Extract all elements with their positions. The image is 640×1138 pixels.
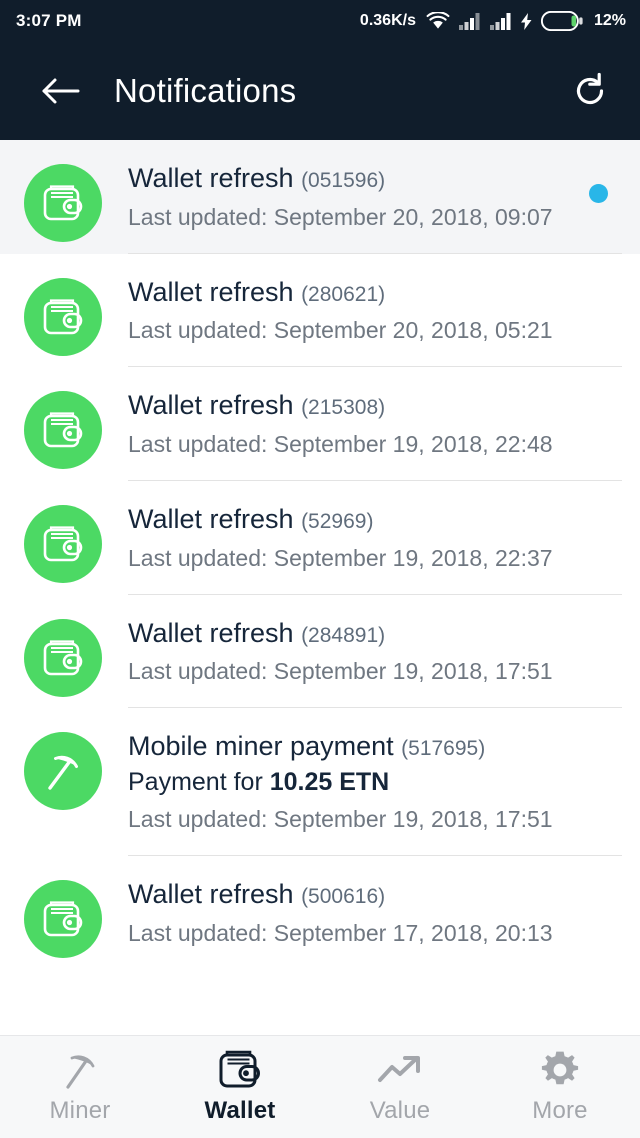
signal-icon xyxy=(489,12,512,30)
refresh-icon xyxy=(571,72,609,110)
app-bar: Notifications xyxy=(0,42,640,140)
notification-list[interactable]: Wallet refresh (051596) Last updated: Se… xyxy=(0,140,640,1035)
nav-tab-label: Wallet xyxy=(204,1097,276,1124)
app-root: 3:07 PM 0.36K/s 12% Notifications Wallet… xyxy=(0,0,640,1138)
notification-avatar xyxy=(24,164,102,242)
payment-amount: 10.25 ETN xyxy=(269,767,390,796)
wallet-icon xyxy=(42,638,84,678)
notification-avatar xyxy=(24,391,102,470)
notification-item[interactable]: Wallet refresh (215308) Last updated: Se… xyxy=(0,367,640,481)
nav-tab-miner[interactable]: Miner xyxy=(0,1036,160,1138)
notification-title-text: Mobile miner payment xyxy=(128,731,394,762)
notification-title-text: Wallet refresh xyxy=(128,390,294,421)
notification-avatar xyxy=(24,277,102,356)
notification-timestamp: Last updated: September 20, 2018, 09:07 xyxy=(128,203,553,230)
pickaxe-icon xyxy=(43,750,83,792)
notification-content: Wallet refresh (280621) Last updated: Se… xyxy=(128,254,622,368)
notification-avatar xyxy=(24,504,102,583)
charging-bolt-icon xyxy=(520,12,532,30)
notification-item[interactable]: Wallet refresh (500616) Last updated: Se… xyxy=(0,856,640,969)
notification-timestamp: Last updated: September 20, 2018, 05:21 xyxy=(128,317,553,344)
wallet-icon xyxy=(42,899,84,939)
wallet-icon xyxy=(42,183,84,223)
back-arrow-icon xyxy=(40,76,80,106)
notification-item[interactable]: Wallet refresh (051596) Last updated: Se… xyxy=(0,140,640,254)
status-bar: 3:07 PM 0.36K/s 12% xyxy=(0,0,640,42)
notification-content: Wallet refresh (215308) Last updated: Se… xyxy=(128,367,622,481)
notification-title: Wallet refresh (051596) xyxy=(128,162,622,196)
wifi-icon xyxy=(426,12,450,30)
notification-item[interactable]: Mobile miner payment (517695) Payment fo… xyxy=(0,708,640,857)
notification-title-text: Wallet refresh xyxy=(128,276,294,307)
notification-item[interactable]: Wallet refresh (280621) Last updated: Se… xyxy=(0,253,640,368)
pickaxe-icon xyxy=(60,1049,100,1091)
notification-title-text: Wallet refresh xyxy=(128,163,294,193)
bottom-navigation: Miner Wallet Value More xyxy=(0,1035,640,1138)
status-bar-indicators: 0.36K/s 12% xyxy=(360,11,626,31)
nav-tab-wallet[interactable]: Wallet xyxy=(160,1036,320,1138)
notification-timestamp: Last updated: September 19, 2018, 22:37 xyxy=(128,544,553,571)
notification-title: Wallet refresh (284891) xyxy=(128,617,622,651)
notification-avatar xyxy=(24,618,102,697)
notification-content: Mobile miner payment (517695) Payment fo… xyxy=(128,708,622,857)
notification-title-text: Wallet refresh xyxy=(128,503,294,534)
signal-icon xyxy=(458,12,481,30)
network-speed-label: 0.36K/s xyxy=(359,12,416,29)
refresh-button[interactable] xyxy=(562,63,618,119)
notification-timestamp: Last updated: September 19, 2018, 17:51 xyxy=(128,658,553,685)
notification-avatar xyxy=(24,880,102,959)
notification-avatar xyxy=(24,732,102,811)
notification-title: Wallet refresh (215308) xyxy=(128,389,622,423)
notification-content: Wallet refresh (500616) Last updated: Se… xyxy=(128,856,622,969)
notification-id: (215308) xyxy=(301,396,386,420)
notification-id: (517695) xyxy=(401,737,486,761)
notification-id: (280621) xyxy=(301,282,386,306)
trending-up-icon xyxy=(377,1049,423,1091)
nav-tab-label: Miner xyxy=(49,1097,111,1124)
wallet-icon xyxy=(42,297,84,337)
notification-detail: Payment for 10.25 ETN xyxy=(128,766,622,799)
notification-title-text: Wallet refresh xyxy=(128,617,294,648)
notification-title-text: Wallet refresh xyxy=(128,879,294,910)
notification-timestamp: Last updated: September 19, 2018, 17:51 xyxy=(128,806,553,833)
nav-tab-more[interactable]: More xyxy=(480,1036,640,1138)
status-bar-clock: 3:07 PM xyxy=(16,11,82,30)
wallet-icon xyxy=(42,524,84,564)
payment-detail-prefix: Payment for xyxy=(128,767,270,796)
notification-content: Wallet refresh (52969) Last updated: Sep… xyxy=(128,481,622,595)
notification-content: Wallet refresh (284891) Last updated: Se… xyxy=(128,595,622,709)
notification-title: Wallet refresh (500616) xyxy=(128,878,622,912)
notification-id: (500616) xyxy=(301,885,386,909)
battery-icon xyxy=(540,11,583,31)
battery-percent-label: 12% xyxy=(593,12,626,29)
unread-indicator-dot xyxy=(589,184,608,203)
notification-title: Mobile miner payment (517695) xyxy=(128,730,622,764)
back-button[interactable] xyxy=(32,63,88,119)
page-title: Notifications xyxy=(114,72,297,109)
wallet-icon xyxy=(42,410,84,450)
notification-id: (284891) xyxy=(301,623,386,647)
notification-id: (051596) xyxy=(301,169,386,192)
notification-item[interactable]: Wallet refresh (284891) Last updated: Se… xyxy=(0,594,640,709)
notification-content: Wallet refresh (051596) Last updated: Se… xyxy=(128,140,622,254)
notification-title: Wallet refresh (52969) xyxy=(128,503,622,537)
nav-tab-label: Value xyxy=(369,1097,431,1124)
wallet-icon xyxy=(218,1049,262,1091)
notification-timestamp: Last updated: September 19, 2018, 22:48 xyxy=(128,431,553,458)
nav-tab-value[interactable]: Value xyxy=(320,1036,480,1138)
notification-title: Wallet refresh (280621) xyxy=(128,276,622,310)
notification-timestamp: Last updated: September 17, 2018, 20:13 xyxy=(128,920,553,947)
nav-tab-label: More xyxy=(532,1097,588,1124)
gear-icon xyxy=(539,1049,581,1091)
notification-item[interactable]: Wallet refresh (52969) Last updated: Sep… xyxy=(0,480,640,595)
notification-id: (52969) xyxy=(301,509,374,533)
